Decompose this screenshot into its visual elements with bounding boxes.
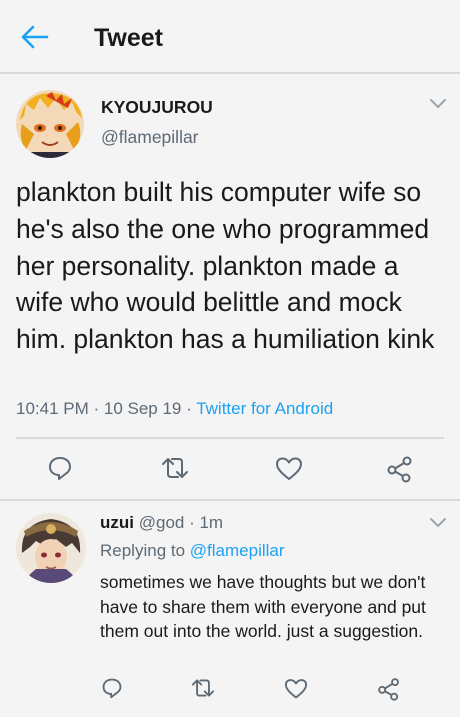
chevron-down-icon[interactable] bbox=[429, 98, 447, 110]
arrow-left-icon[interactable] bbox=[20, 24, 50, 50]
share-icon[interactable] bbox=[377, 677, 401, 701]
separator: · bbox=[88, 399, 104, 418]
page-title: Tweet bbox=[94, 24, 163, 52]
separator: · bbox=[181, 399, 197, 418]
reply-age: 1m bbox=[199, 513, 224, 532]
like-icon[interactable] bbox=[275, 456, 303, 482]
like-icon[interactable] bbox=[284, 678, 308, 700]
share-icon[interactable] bbox=[386, 455, 414, 483]
tweet-date: 10 Sep 19 bbox=[103, 399, 182, 418]
tweet-divider bbox=[0, 499, 460, 501]
tweet-meta: 10:41 PM · 10 Sep 19 · Twitter for Andro… bbox=[16, 399, 333, 419]
divider bbox=[16, 437, 444, 439]
reply-text: sometimes we have thoughts but we don't … bbox=[100, 572, 426, 641]
replying-to-link[interactable]: @flamepillar bbox=[190, 541, 285, 560]
user-handle[interactable]: @flamepillar bbox=[101, 127, 199, 148]
tweet-client-link[interactable]: Twitter for Android bbox=[196, 399, 333, 418]
top-bar: Tweet bbox=[0, 0, 460, 70]
display-name[interactable]: KYOUJUROU bbox=[101, 97, 213, 118]
avatar[interactable] bbox=[16, 90, 84, 158]
tweet-time: 10:41 PM bbox=[16, 399, 89, 418]
chevron-down-icon[interactable] bbox=[429, 517, 447, 529]
tweet-text: plankton built his computer wife so he's… bbox=[16, 177, 435, 355]
retweet-icon[interactable] bbox=[160, 455, 190, 481]
reply-icon[interactable] bbox=[47, 455, 73, 481]
replying-to: Replying to @flamepillar bbox=[100, 541, 285, 561]
header-divider bbox=[0, 72, 460, 74]
reply-icon[interactable] bbox=[101, 677, 123, 699]
reply-display-name[interactable]: uzui bbox=[100, 513, 134, 532]
reply-header: uzui @god · 1m bbox=[100, 513, 223, 533]
retweet-icon[interactable] bbox=[190, 677, 216, 699]
reply-handle[interactable]: @god bbox=[139, 513, 185, 532]
separator: · bbox=[184, 513, 200, 532]
reply-avatar[interactable] bbox=[16, 513, 86, 583]
replying-prefix: Replying to bbox=[100, 541, 190, 560]
